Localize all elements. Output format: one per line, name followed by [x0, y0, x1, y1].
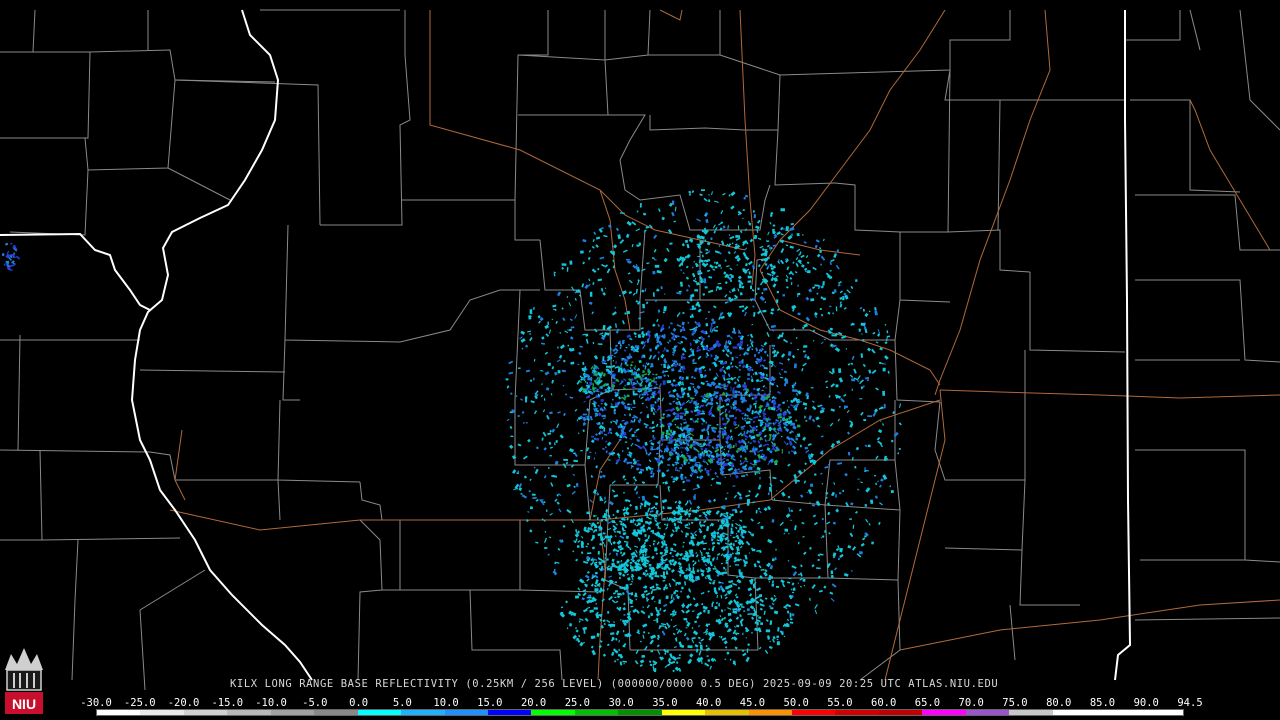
- scale-label: 80.0: [1046, 697, 1072, 709]
- scale-swatch: [487, 710, 532, 715]
- scale-label: 20.0: [520, 697, 547, 709]
- scale-label: 40.0: [695, 697, 722, 709]
- scale-swatch: [1009, 710, 1053, 715]
- scale-swatch: [183, 710, 228, 715]
- scale-swatch: [1139, 710, 1183, 715]
- scale-label: -5.0: [302, 697, 328, 709]
- scale-label: 30.0: [608, 697, 634, 709]
- scale-label: -10.0: [255, 697, 287, 709]
- scale-label: -15.0: [211, 697, 244, 709]
- color-scale-bar: [96, 709, 1184, 716]
- scale-swatch: [227, 710, 271, 715]
- scale-label: 70.0: [958, 697, 984, 709]
- scale-label: 90.0: [1133, 697, 1159, 709]
- scale-label: -30.0: [80, 697, 112, 709]
- scale-label: 50.0: [783, 697, 809, 709]
- county-boundaries: [0, 9, 1280, 691]
- scale-label: 25.0: [564, 697, 591, 709]
- radar-map: [0, 9, 1280, 691]
- scale-swatch: [314, 710, 358, 715]
- radar-echoes: [1, 189, 902, 673]
- scale-swatch: [965, 710, 1010, 715]
- niu-logo: NIU: [5, 648, 43, 714]
- scale-swatch: [401, 710, 445, 715]
- scale-label: 10.0: [433, 697, 459, 709]
- scale-swatch: [140, 710, 184, 715]
- color-scale-labels: -30.0 -25.0 -20.0 -15.0 -10.0 -5.0 0.0 5.0 10.0 1…: [80, 697, 1202, 709]
- scale-label: 15.0: [477, 697, 503, 709]
- scale-label: 65.0: [914, 697, 941, 709]
- scale-label: 35.0: [652, 697, 678, 709]
- scale-swatch: [835, 710, 879, 715]
- svg-text:NIU: NIU: [12, 696, 36, 712]
- scale-label: -20.0: [167, 697, 200, 709]
- scale-label: 85.0: [1089, 697, 1116, 709]
- highway-lines: [169, 9, 1280, 681]
- state-boundaries: [0, 9, 1132, 681]
- scale-label: 5.0: [392, 697, 412, 709]
- scale-swatch: [792, 710, 836, 715]
- scale-label: 45.0: [739, 697, 766, 709]
- product-title: KILX LONG RANGE BASE REFLECTIVITY (0.25K…: [230, 678, 999, 690]
- scale-label: -25.0: [123, 697, 156, 709]
- scale-swatch: [270, 710, 315, 715]
- scale-swatch: [357, 710, 402, 715]
- scale-swatch: [574, 710, 619, 715]
- scale-swatch: [922, 710, 966, 715]
- scale-swatch: [444, 710, 488, 715]
- scale-swatch: [878, 710, 923, 715]
- scale-label: 60.0: [871, 697, 897, 709]
- scale-label: 0.0: [349, 697, 369, 709]
- scale-swatch: [1096, 710, 1140, 715]
- scale-swatch: [705, 710, 749, 715]
- scale-swatch: [618, 710, 662, 715]
- scale-label: 55.0: [827, 697, 853, 709]
- scale-swatch: [748, 710, 792, 715]
- scale-swatch: [1052, 710, 1097, 715]
- scale-swatch: [531, 710, 575, 715]
- scale-swatch: [661, 710, 706, 715]
- scale-label: 94.5: [1177, 697, 1203, 709]
- scale-swatch: [97, 710, 141, 715]
- scale-label: 75.0: [1002, 697, 1028, 709]
